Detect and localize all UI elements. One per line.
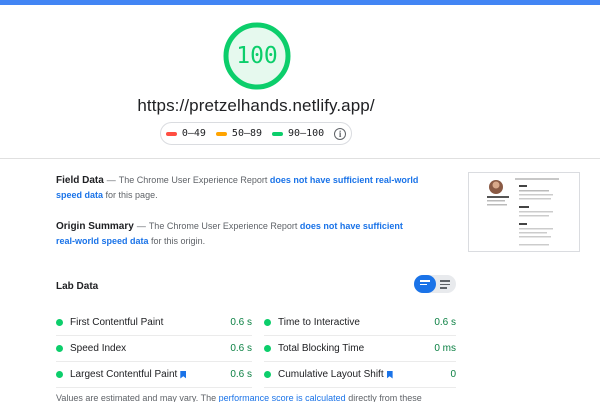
- bookmark-icon[interactable]: [180, 370, 187, 379]
- metric-label: Speed Index: [70, 343, 127, 354]
- page-screenshot-thumbnail[interactable]: [468, 172, 580, 252]
- metric-label: Largest Contentful Paint: [70, 369, 178, 380]
- lab-data-footnote: Values are estimated and may vary. The p…: [56, 393, 422, 402]
- footnote-text-after: directly from these: [348, 393, 422, 402]
- footnote-text-before: Values are estimated and may vary. The: [56, 393, 217, 402]
- score-legend: 0–49 50–89 90–100 i: [160, 122, 352, 145]
- pass-status-icon: [56, 319, 63, 326]
- metric-value: 0.6 s: [230, 343, 252, 354]
- metric-first-contentful-paint[interactable]: First Contentful Paint 0.6 s: [56, 310, 252, 336]
- metric-speed-index[interactable]: Speed Index 0.6 s: [56, 336, 252, 362]
- pass-status-icon: [56, 371, 63, 378]
- fail-swatch-icon: [165, 131, 177, 136]
- metric-total-blocking-time[interactable]: Total Blocking Time 0 ms: [264, 336, 456, 362]
- compact-list-icon: [420, 280, 430, 287]
- legend-label-pass: 90–100: [288, 128, 325, 139]
- origin-summary-section: Origin Summary — The Chrome User Experienc…: [56, 219, 420, 248]
- performance-score-value: 100: [236, 43, 278, 69]
- page-url: https://pretzelhands.netlify.app/: [137, 96, 375, 115]
- field-data-title: Field Data: [56, 175, 104, 186]
- legend-label-fail: 0–49: [181, 128, 206, 139]
- legend-item-fail: 0–49: [165, 128, 206, 139]
- legend-item-pass: 90–100: [272, 128, 324, 139]
- metric-time-to-interactive[interactable]: Time to Interactive 0.6 s: [264, 310, 456, 336]
- origin-summary-text-before: The Chrome User Experience Report: [148, 221, 298, 231]
- average-swatch-icon: [215, 131, 227, 136]
- pass-status-icon: [264, 371, 271, 378]
- field-data-text-after: for this page.: [105, 190, 158, 200]
- legend-item-average: 50–89: [215, 128, 263, 139]
- metric-value: 0.6 s: [434, 317, 456, 328]
- metrics-view-toggle[interactable]: [414, 275, 456, 293]
- metric-label: Time to Interactive: [278, 317, 360, 328]
- metric-label: First Contentful Paint: [70, 317, 164, 328]
- expanded-list-icon[interactable]: [440, 280, 450, 291]
- compact-view-button[interactable]: [414, 275, 436, 293]
- metric-value: 0.6 s: [230, 317, 252, 328]
- legend-label-average: 50–89: [231, 128, 263, 139]
- lab-data-title: Lab Data: [56, 281, 99, 292]
- metric-value: 0 ms: [434, 343, 456, 354]
- performance-score-gauge[interactable]: 100: [221, 20, 293, 92]
- screenshot-preview-image: [469, 173, 579, 251]
- origin-summary-title: Origin Summary: [56, 221, 134, 232]
- info-icon[interactable]: i: [334, 127, 347, 140]
- field-data-section: Field Data — The Chrome User Experience Re…: [56, 173, 420, 202]
- pass-swatch-icon: [272, 131, 284, 136]
- metric-cumulative-layout-shift[interactable]: Cumulative Layout Shift 0: [264, 362, 456, 388]
- pass-status-icon: [264, 345, 271, 352]
- origin-summary-text-after: for this origin.: [151, 236, 206, 246]
- metric-largest-contentful-paint[interactable]: Largest Contentful Paint 0.6 s: [56, 362, 252, 388]
- top-accent-bar: [0, 0, 600, 5]
- metric-label: Cumulative Layout Shift: [278, 369, 384, 380]
- bookmark-icon[interactable]: [386, 370, 393, 379]
- metric-label: Total Blocking Time: [278, 343, 365, 354]
- pass-status-icon: [56, 345, 63, 352]
- header-divider: [0, 158, 600, 159]
- pass-status-icon: [264, 319, 271, 326]
- field-data-dash: —: [106, 175, 116, 185]
- origin-summary-dash: —: [136, 221, 146, 231]
- field-data-text-before: The Chrome User Experience Report: [118, 175, 268, 185]
- metric-value: 0: [450, 369, 456, 380]
- metric-value: 0.6 s: [230, 369, 252, 380]
- performance-score-link[interactable]: performance score is calculated: [219, 393, 346, 402]
